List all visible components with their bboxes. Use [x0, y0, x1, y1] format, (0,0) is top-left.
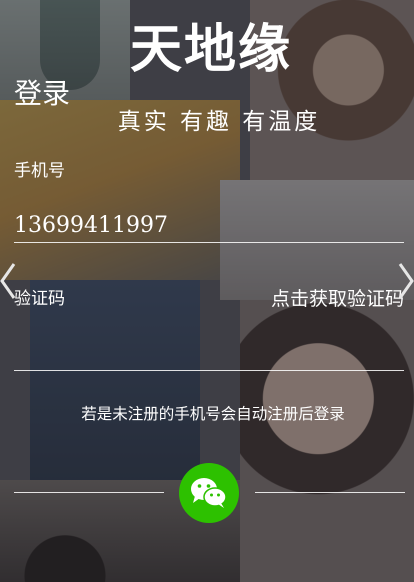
page-title: 登录	[14, 77, 71, 110]
wechat-icon	[191, 478, 227, 508]
wechat-login-button[interactable]	[179, 463, 239, 523]
divider-left	[14, 492, 164, 493]
code-input[interactable]	[14, 318, 404, 371]
divider-right	[255, 492, 405, 493]
chevron-left-icon[interactable]	[0, 262, 16, 300]
phone-input[interactable]	[14, 208, 404, 243]
get-code-button[interactable]: 点击获取验证码	[271, 284, 404, 311]
phone-label: 手机号	[14, 161, 65, 181]
chevron-right-icon[interactable]	[398, 262, 414, 300]
code-label: 验证码	[14, 289, 65, 309]
auto-register-notice: 若是未注册的手机号会自动注册后登录	[81, 405, 345, 423]
